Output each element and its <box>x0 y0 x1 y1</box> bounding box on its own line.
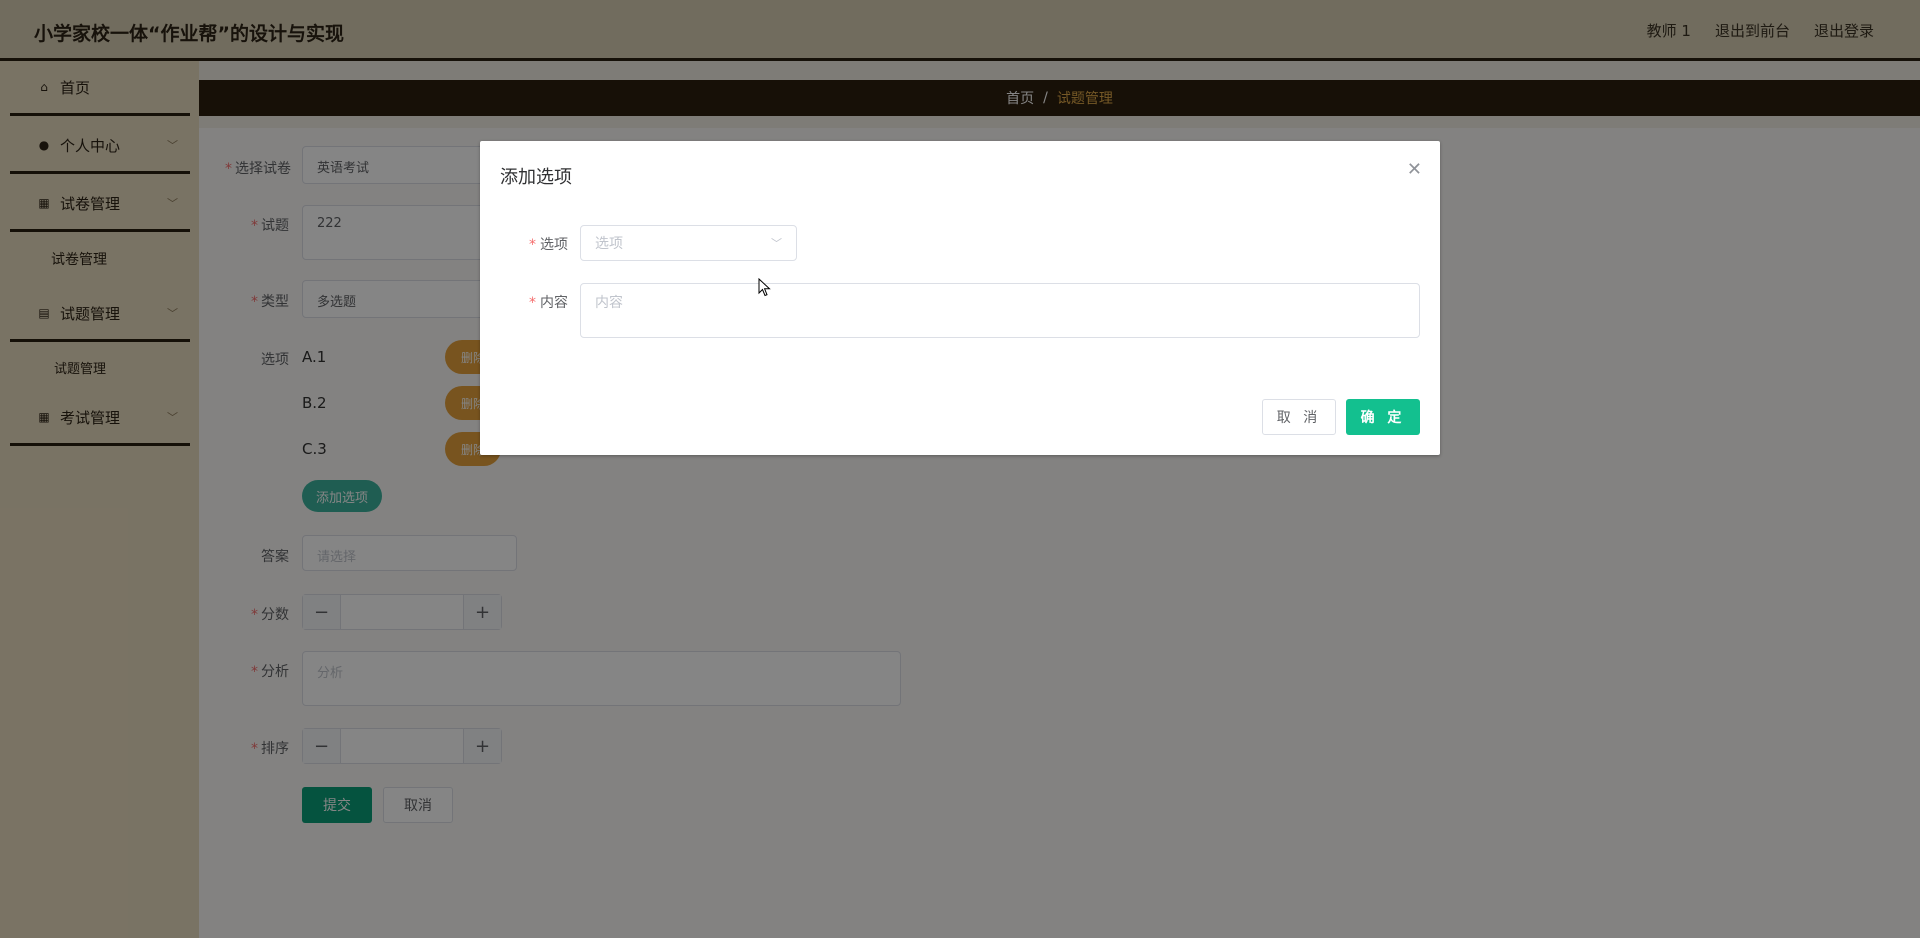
content-label: * 内容 <box>529 295 568 311</box>
option-select-placeholder: 选项 <box>595 236 623 252</box>
option-label: * 选项 <box>529 237 568 253</box>
mouse-cursor-icon <box>758 278 771 297</box>
dialog-cancel-button[interactable]: 取 消 <box>1262 399 1336 435</box>
content-textarea[interactable]: 内容 <box>580 283 1420 338</box>
close-icon[interactable]: ✕ <box>1407 159 1422 180</box>
chevron-down-icon: ﹀ <box>771 237 782 250</box>
add-option-dialog: 添加选项 ✕ * 选项 选项 ﹀ * 内容 内容 取 消 确 定 <box>480 141 1440 455</box>
dialog-ok-button[interactable]: 确 定 <box>1346 399 1420 435</box>
dialog-title: 添加选项 <box>500 167 572 188</box>
option-select[interactable]: 选项 ﹀ <box>580 225 797 261</box>
